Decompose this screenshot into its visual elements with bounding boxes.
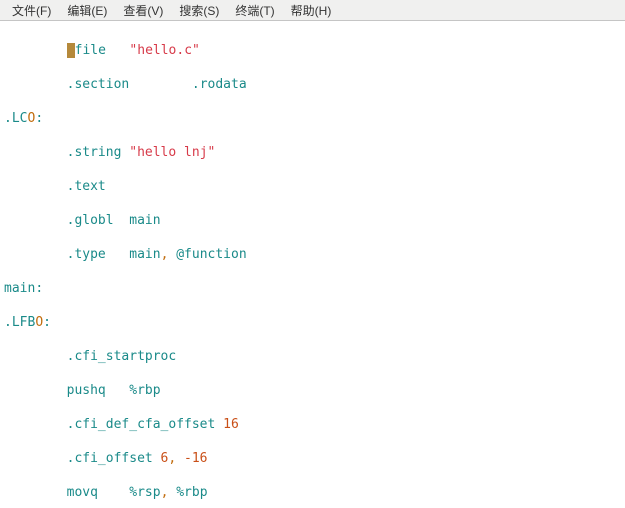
label: .LFB [4,315,35,330]
menu-view[interactable]: 查看(V) [115,2,171,19]
directive: .text [67,179,106,194]
code-line: main: [4,280,621,297]
code-line: .string "hello lnj" [4,144,621,161]
code-line: pushq %rbp [4,382,621,399]
editor-area[interactable]: file "hello.c" .section .rodata .LCO: .s… [0,21,625,508]
comma: , [168,451,176,466]
directive: .cfi_def_cfa_offset [67,417,216,432]
directive: .globl [67,213,114,228]
code-line: file "hello.c" [4,42,621,59]
comma: , [161,247,169,262]
code-line: .cfi_offset 6, -16 [4,450,621,467]
num: -16 [184,451,207,466]
comma: , [161,485,169,500]
menu-file[interactable]: 文件(F) [4,2,59,19]
code-line: .cfi_def_cfa_offset 16 [4,416,621,433]
colon: : [43,315,51,330]
directive: file [75,43,106,58]
string: c" [184,43,200,58]
menu-bar: 文件(F) 编辑(E) 查看(V) 搜索(S) 终端(T) 帮助(H) [0,0,625,21]
ident: function [184,247,247,262]
reg: %rbp [176,485,207,500]
menu-terminal[interactable]: 终端(T) [227,2,282,19]
code-line: .cfi_startproc [4,348,621,365]
directive: .section [67,77,130,92]
code-line: .text [4,178,621,195]
num: O [35,315,43,330]
num: 16 [223,417,239,432]
directive: .cfi_offset [67,451,153,466]
code-line: .type main, @function [4,246,621,263]
menu-search[interactable]: 搜索(S) [171,2,227,19]
code-line: .globl main [4,212,621,229]
directive: .string [67,145,122,160]
code-line: .section .rodata [4,76,621,93]
code-line: .LCO: [4,110,621,127]
colon: : [35,111,43,126]
ident: main [129,213,160,228]
reg: %rsp [129,485,160,500]
colon: : [35,281,43,296]
ident: .rodata [192,77,247,92]
ident: main [129,247,160,262]
menu-edit[interactable]: 编辑(E) [59,2,115,19]
string: "hello. [129,43,184,58]
menu-help[interactable]: 帮助(H) [283,2,340,19]
opcode: movq [67,485,98,500]
directive: .type [67,247,106,262]
string: "hello lnj" [129,145,215,160]
directive: .cfi_startproc [67,349,177,364]
cursor [67,43,75,58]
label: .LC [4,111,27,126]
code-line: .LFBO: [4,314,621,331]
reg: %rbp [129,383,160,398]
label: main [4,281,35,296]
code-line: movq %rsp, %rbp [4,484,621,501]
at: @ [176,247,184,262]
opcode: pushq [67,383,106,398]
